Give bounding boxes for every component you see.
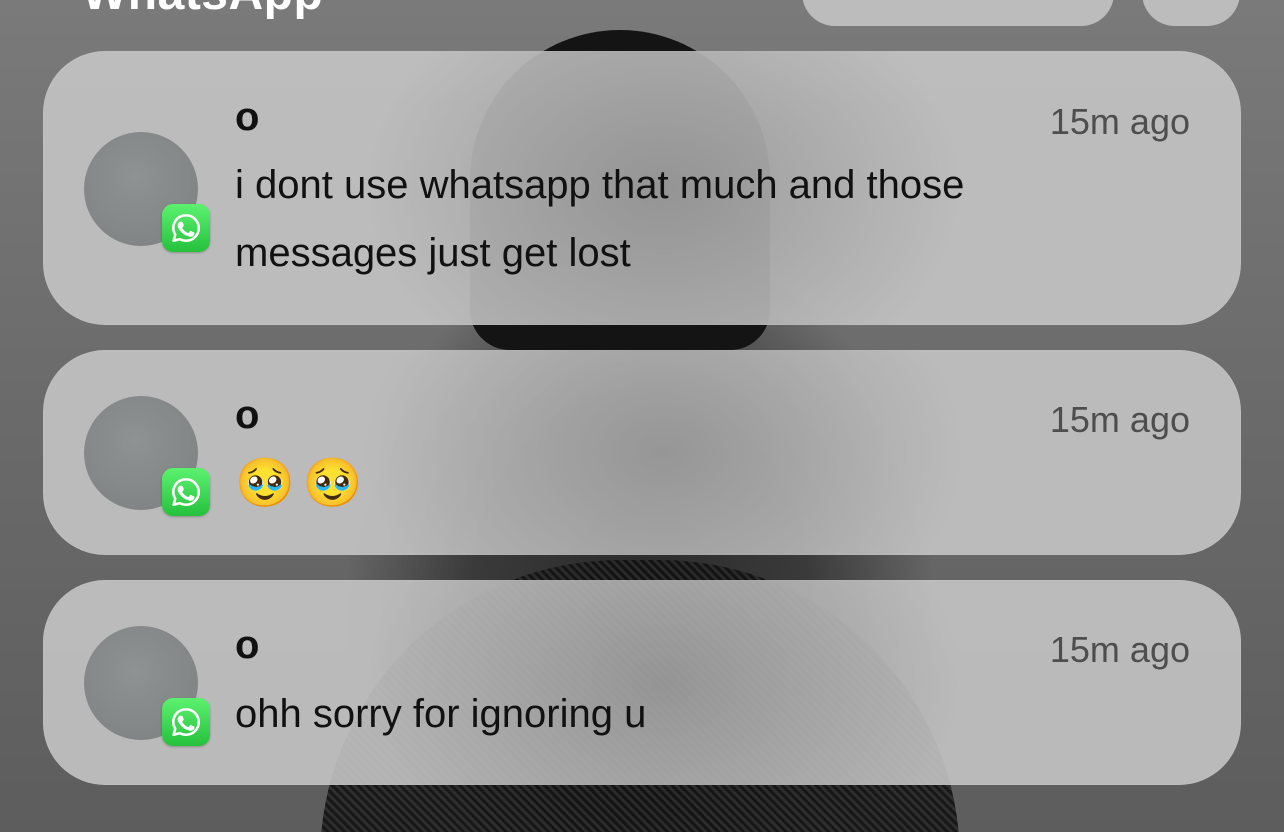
timestamp: 15m ago (1049, 101, 1190, 142)
message-text: i dont use whatsapp that much and those … (235, 163, 965, 275)
stack-title: WhatsApp (82, 0, 323, 21)
whatsapp-icon (162, 204, 210, 252)
message-text: 🥹🥹 (235, 457, 371, 510)
sender-name: o (235, 623, 260, 667)
whatsapp-icon (162, 698, 210, 746)
notification-card[interactable]: o 15m ago ohh sorry for ignoring u (43, 580, 1241, 785)
notification-stack-header: WhatsApp (0, 0, 1284, 40)
whatsapp-icon (162, 468, 210, 516)
notification-card[interactable]: o 15m ago i dont use whatsapp that much … (43, 51, 1241, 325)
clear-button[interactable] (1142, 0, 1240, 26)
timestamp: 15m ago (1049, 629, 1190, 670)
notification-card[interactable]: o 15m ago 🥹🥹 (43, 350, 1241, 555)
show-less-button[interactable] (802, 0, 1114, 26)
timestamp: 15m ago (1049, 399, 1190, 440)
message-text: ohh sorry for ignoring u (235, 692, 647, 736)
sender-name: o (235, 393, 260, 437)
sender-name: o (235, 95, 260, 139)
